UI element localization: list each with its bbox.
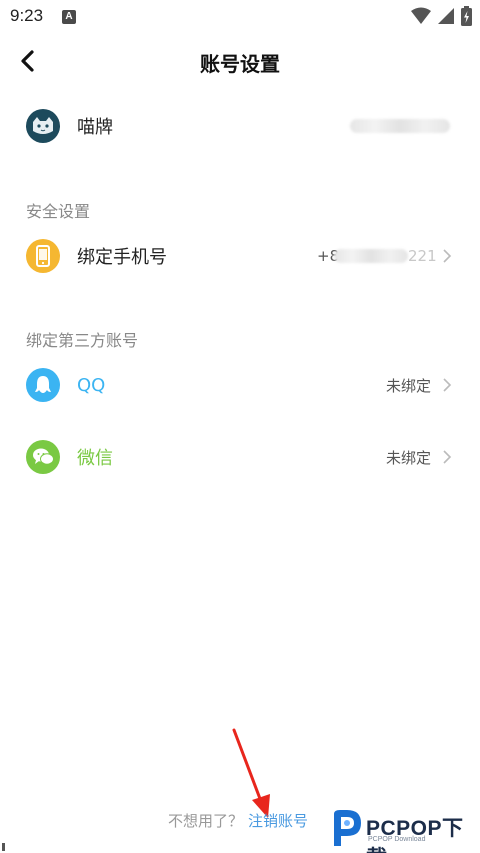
profile-name: 喵牌 xyxy=(77,117,113,138)
signal-icon xyxy=(438,8,454,24)
annotation-arrow-icon xyxy=(232,728,270,818)
edge-mark xyxy=(2,843,5,851)
wifi-icon xyxy=(411,7,431,24)
profile-row[interactable]: 喵牌 xyxy=(0,98,480,154)
bind-phone-label: 绑定手机号 xyxy=(77,247,167,268)
status-bar: 9:23 A xyxy=(0,0,480,34)
qq-status: 未绑定 xyxy=(386,376,432,395)
wechat-status: 未绑定 xyxy=(386,448,432,467)
chevron-right-icon xyxy=(443,378,452,392)
cat-avatar-icon xyxy=(33,117,53,134)
footer-prompt: 不想用了？ xyxy=(168,812,244,830)
bind-qq-row[interactable]: QQ 未绑定 xyxy=(0,357,480,413)
blurred-user-id xyxy=(350,119,450,133)
wechat-icon-badge xyxy=(26,440,60,474)
bind-wechat-row[interactable]: 微信 未绑定 xyxy=(0,429,480,485)
page-title: 账号设置 xyxy=(200,52,280,76)
bind-phone-row[interactable]: 绑定手机号 +8 221 xyxy=(0,228,480,284)
qq-penguin-icon xyxy=(35,376,51,393)
wechat-label: 微信 xyxy=(77,448,113,469)
wechat-icon xyxy=(33,448,54,465)
chevron-right-icon xyxy=(443,450,452,464)
watermark-sub: PCPOP Download xyxy=(368,836,426,843)
status-icons xyxy=(411,6,472,26)
avatar xyxy=(26,109,60,143)
delete-account-link[interactable]: 注销账号 xyxy=(248,810,308,831)
phone-icon-badge xyxy=(26,239,60,273)
phone-icon xyxy=(36,245,50,267)
blurred-phone-number xyxy=(334,249,408,263)
battery-charging-icon xyxy=(461,6,472,26)
qq-icon-badge xyxy=(26,368,60,402)
notification-icon: A xyxy=(62,10,76,24)
third-party-section-title: 绑定第三方账号 xyxy=(26,331,139,350)
watermark: PCPOP下载 PCPOP Download xyxy=(330,806,480,853)
qq-label: QQ xyxy=(77,374,106,396)
watermark-brand: PCPOP下载 xyxy=(366,817,464,853)
status-time: 9:23 xyxy=(10,6,44,25)
pcpop-logo-icon xyxy=(334,810,361,846)
phone-suffix: 221 xyxy=(408,247,437,265)
chevron-right-icon xyxy=(443,249,452,263)
security-section-title: 安全设置 xyxy=(26,202,91,221)
nav-bar: 账号设置 xyxy=(0,34,480,90)
